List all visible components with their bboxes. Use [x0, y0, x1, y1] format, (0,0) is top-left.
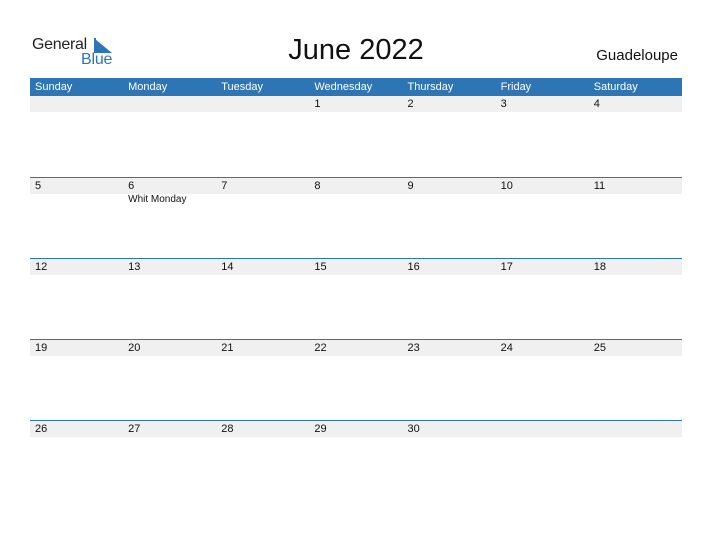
weekday-tuesday: Tuesday [221, 81, 264, 93]
week-days: 26 27 28 29 30 [30, 421, 682, 500]
weekday-header: Sunday Monday Tuesday Wednesday Thursday… [30, 78, 682, 96]
day-cell: 28 [216, 421, 309, 500]
day-cell: 18 [589, 259, 682, 338]
day-cell: 3 [496, 96, 589, 175]
day-cell: 15 [309, 259, 402, 338]
day-cell: 5 [30, 178, 123, 257]
week-row: 1 2 3 4 [30, 96, 682, 177]
day-cell: 6 Whit Monday [123, 178, 216, 257]
day-cell [30, 96, 123, 175]
day-cell: 9 [403, 178, 496, 257]
day-cell [216, 96, 309, 175]
day-cell: 8 [309, 178, 402, 257]
holiday-label: Whit Monday [128, 194, 187, 205]
week-days: 19 20 21 22 23 24 25 [30, 340, 682, 419]
day-cell: 22 [309, 340, 402, 419]
week-row: 19 20 21 22 23 24 25 [30, 339, 682, 420]
weekday-saturday: Saturday [593, 81, 638, 93]
day-number: 18 [593, 261, 606, 273]
day-number: 24 [500, 342, 513, 354]
day-cell: 16 [403, 259, 496, 338]
day-number: 2 [407, 98, 414, 110]
day-number: 16 [407, 261, 420, 273]
day-cell [496, 421, 589, 500]
day-cell: 14 [216, 259, 309, 338]
day-cell: 10 [496, 178, 589, 257]
day-cell: 13 [123, 259, 216, 338]
day-number: 15 [314, 261, 327, 273]
day-number: 19 [35, 342, 48, 354]
day-number [35, 96, 123, 112]
day-number: 25 [593, 342, 606, 354]
day-number: 29 [314, 423, 327, 435]
day-cell: 30 [403, 421, 496, 500]
day-cell: 11 [589, 178, 682, 257]
day-cell: 12 [30, 259, 123, 338]
day-number: 23 [407, 342, 420, 354]
day-number: 3 [500, 98, 507, 110]
day-number: 28 [221, 423, 234, 435]
day-number [594, 421, 682, 437]
day-number [221, 96, 309, 112]
weekday-sunday: Sunday [35, 81, 73, 93]
day-cell: 29 [309, 421, 402, 500]
day-cell: 19 [30, 340, 123, 419]
day-number: 13 [128, 261, 141, 273]
day-number: 1 [314, 98, 321, 110]
day-number: 4 [593, 98, 600, 110]
weekday-wednesday: Wednesday [314, 81, 373, 93]
day-number: 30 [407, 423, 420, 435]
day-number [128, 96, 216, 112]
day-cell: 4 [589, 96, 682, 175]
day-number [501, 421, 589, 437]
week-row: 26 27 28 29 30 [30, 420, 682, 501]
day-number: 27 [128, 423, 141, 435]
day-cell: 24 [496, 340, 589, 419]
calendar-grid: Sunday Monday Tuesday Wednesday Thursday… [30, 78, 682, 501]
week-days: 5 6 Whit Monday 7 8 9 10 11 [30, 178, 682, 257]
region-label: Guadeloupe [596, 47, 678, 64]
week-days: 1 2 3 4 [30, 96, 682, 175]
day-cell: 1 [309, 96, 402, 175]
day-number: 20 [128, 342, 141, 354]
day-number: 7 [221, 180, 228, 192]
weeks-container: 1 2 3 4 5 6 Whit Monday 7 8 9 10 11 12 13 14 15 16 17 18 19… [30, 96, 682, 501]
day-cell: 20 [123, 340, 216, 419]
day-cell: 26 [30, 421, 123, 500]
day-cell: 17 [496, 259, 589, 338]
day-cell [123, 96, 216, 175]
day-cell: 25 [589, 340, 682, 419]
day-cell: 7 [216, 178, 309, 257]
day-number: 11 [593, 180, 606, 192]
day-number: 5 [35, 180, 42, 192]
day-number: 9 [407, 180, 414, 192]
day-number: 10 [500, 180, 513, 192]
day-number: 6 [128, 180, 135, 192]
day-number: 8 [314, 180, 321, 192]
day-cell: 27 [123, 421, 216, 500]
day-number: 14 [221, 261, 234, 273]
day-number: 26 [35, 423, 48, 435]
week-row: 5 6 Whit Monday 7 8 9 10 11 [30, 177, 682, 258]
day-number: 21 [221, 342, 234, 354]
week-row: 12 13 14 15 16 17 18 [30, 258, 682, 339]
weekday-friday: Friday [500, 81, 532, 93]
day-cell: 23 [403, 340, 496, 419]
day-number: 17 [500, 261, 513, 273]
day-cell: 21 [216, 340, 309, 419]
weekday-monday: Monday [128, 81, 168, 93]
day-number: 12 [35, 261, 48, 273]
weekday-thursday: Thursday [407, 81, 454, 93]
day-cell [589, 421, 682, 500]
day-cell: 2 [403, 96, 496, 175]
week-days: 12 13 14 15 16 17 18 [30, 259, 682, 338]
day-number: 22 [314, 342, 327, 354]
